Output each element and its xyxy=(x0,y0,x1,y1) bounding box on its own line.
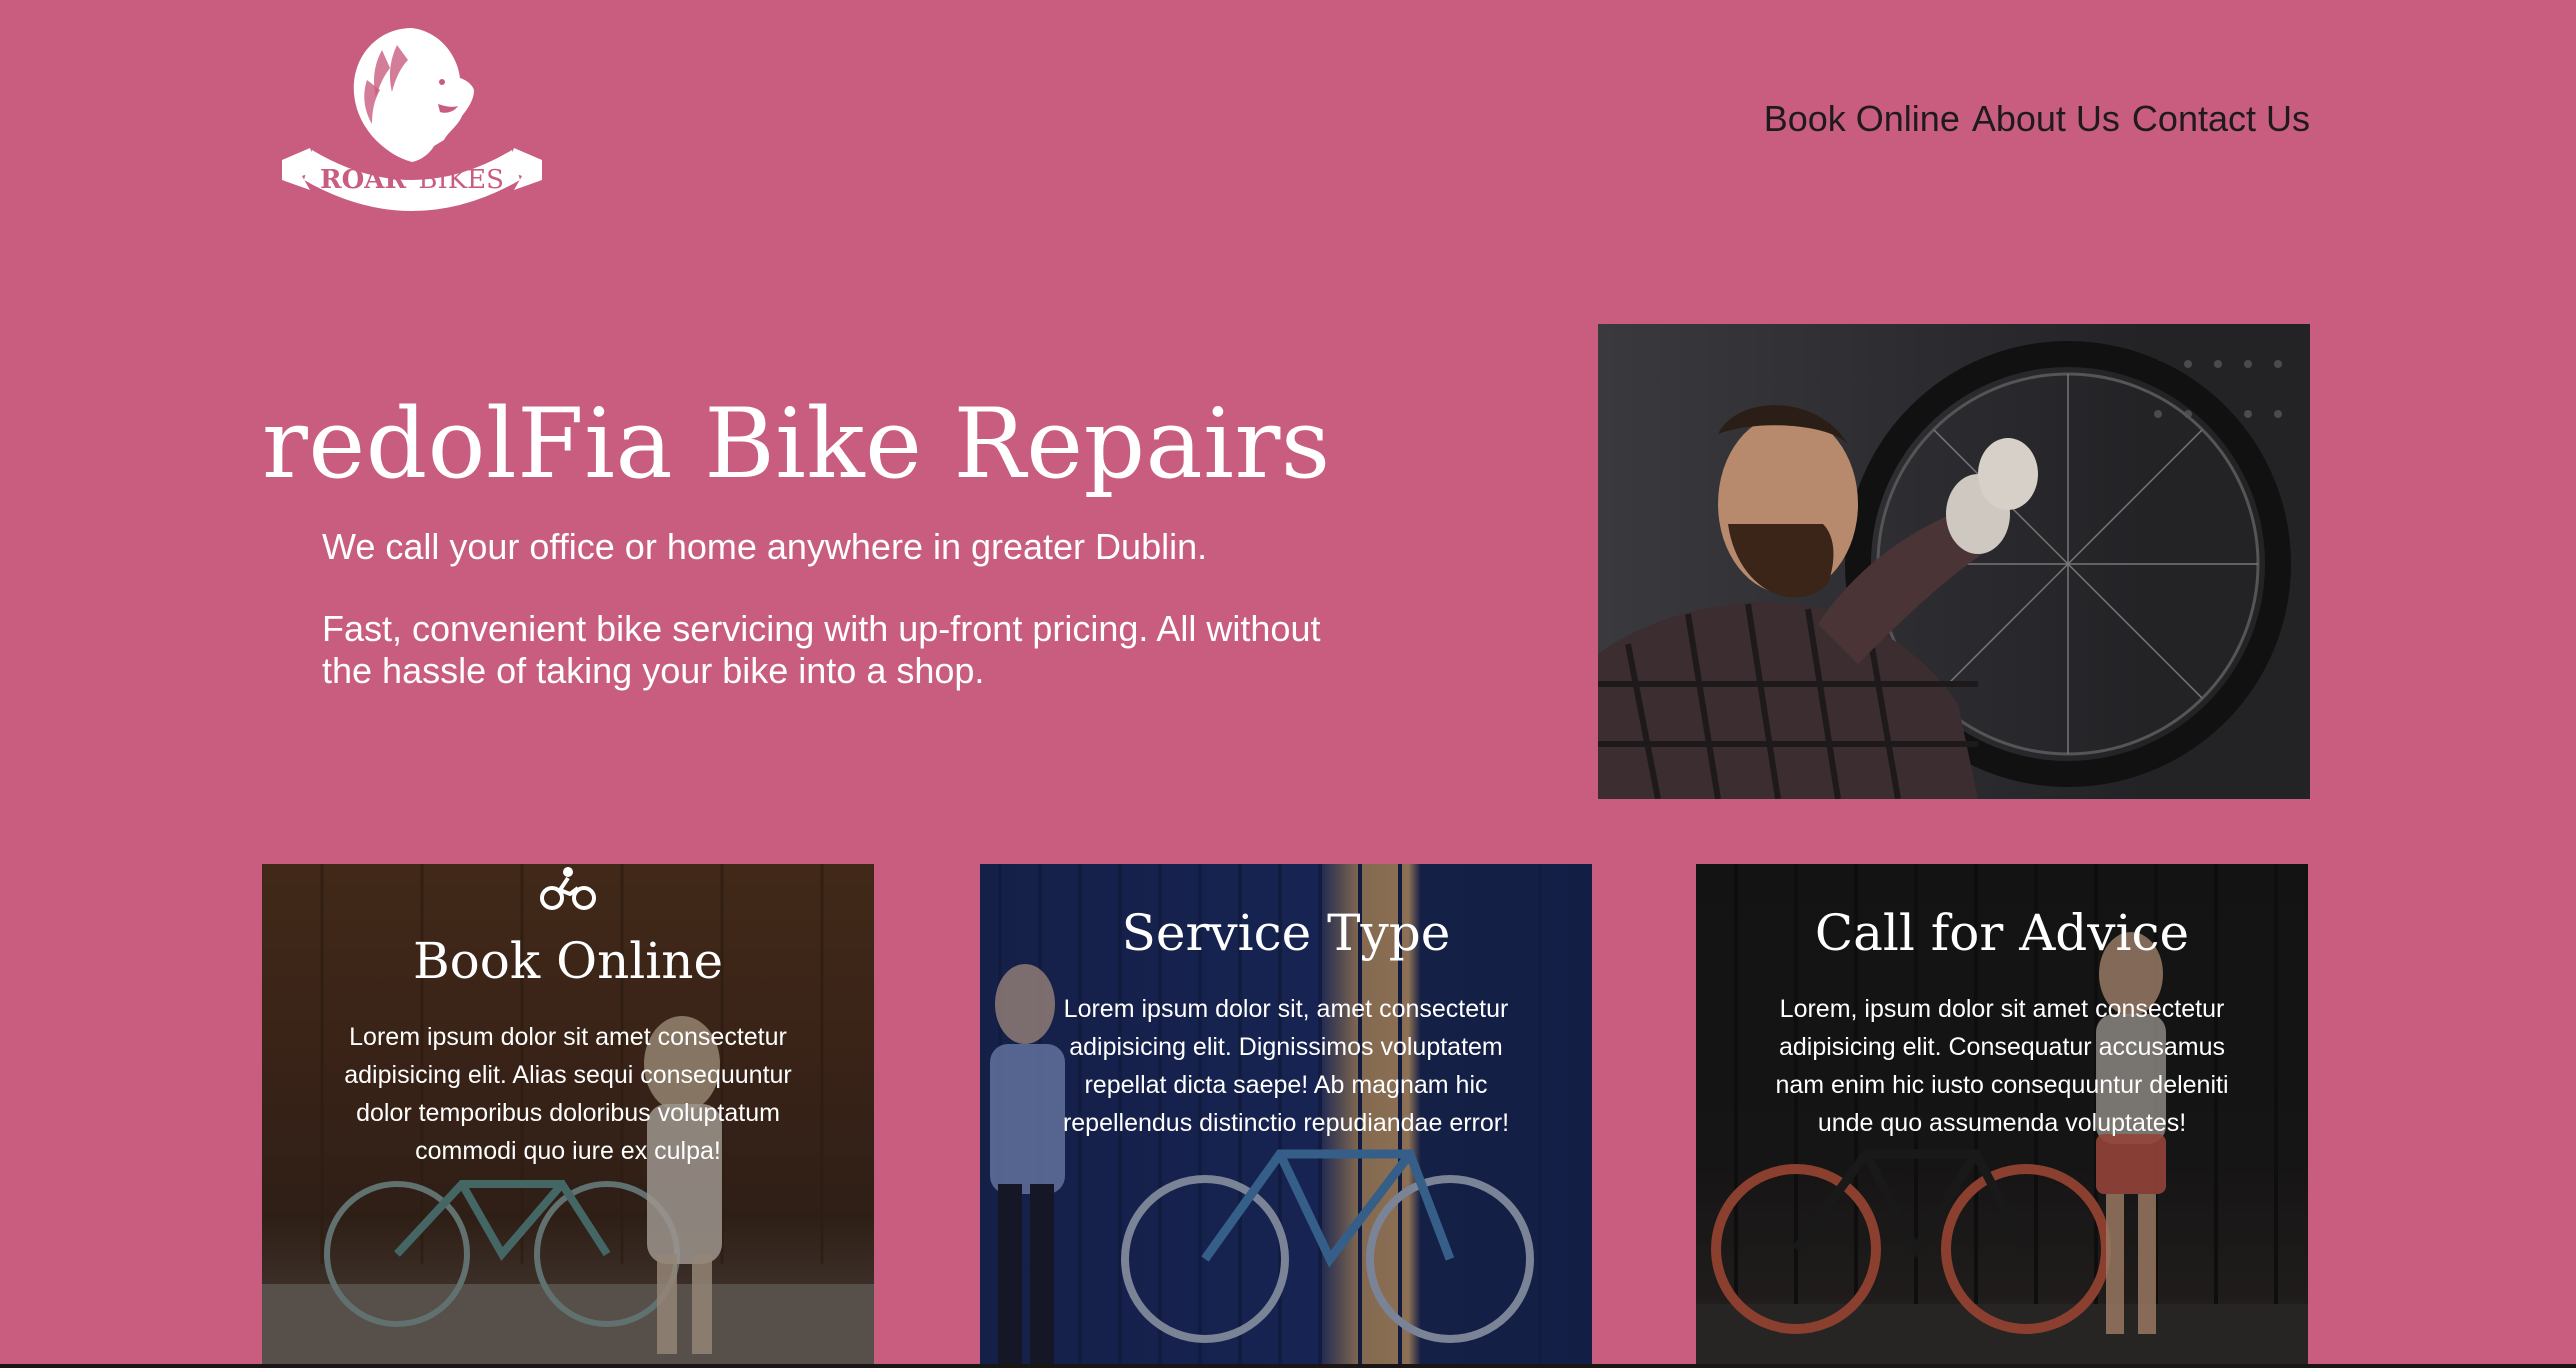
card-title: Service Type xyxy=(1121,904,1451,962)
logo-text-bold: ROAR xyxy=(320,165,406,195)
hero-paragraph-1: We call your office or home anywhere in … xyxy=(322,526,1208,567)
mechanic-photo xyxy=(1598,324,2310,799)
page-title: redolFia Bike Repairs xyxy=(262,388,1331,500)
page: ROAR BIKES Book Online About Us Contact … xyxy=(0,0,2576,1368)
hero-paragraph-2: Fast, convenient bike servicing with up-… xyxy=(322,608,1321,691)
logo-text-light: BIKES xyxy=(418,165,504,195)
card-title: Book Online xyxy=(412,932,724,990)
card-description: Lorem ipsum dolor sit amet consectetur a… xyxy=(344,1023,792,1165)
card-content: Service Type Lorem ipsum dolor sit, amet… xyxy=(980,904,1592,1142)
nav-contact-us[interactable]: Contact Us xyxy=(2132,98,2310,140)
hero-description: We call your office or home anywhere in … xyxy=(322,526,1362,692)
card-description: Lorem ipsum dolor sit, amet consectetur … xyxy=(1062,995,1510,1137)
card-service-type[interactable]: Service Type Lorem ipsum dolor sit, amet… xyxy=(980,864,1592,1368)
card-content: Call for Advice Lorem, ipsum dolor sit a… xyxy=(1696,904,2308,1142)
roar-bikes-logo[interactable]: ROAR BIKES xyxy=(262,20,562,220)
card-book-online[interactable]: Book Online Lorem ipsum dolor sit amet c… xyxy=(262,864,874,1368)
svg-text:ROAR BIKES: ROAR BIKES xyxy=(320,165,504,195)
card-title: Call for Advice xyxy=(1814,904,2190,962)
card-description: Lorem, ipsum dolor sit amet consectetur … xyxy=(1775,995,2229,1137)
card-content: Book Online Lorem ipsum dolor sit amet c… xyxy=(262,864,874,1170)
card-call-for-advice[interactable]: Call for Advice Lorem, ipsum dolor sit a… xyxy=(1696,864,2308,1368)
bottom-divider xyxy=(0,1364,2576,1368)
nav-book-online[interactable]: Book Online xyxy=(1764,98,1960,140)
nav-about-us[interactable]: About Us xyxy=(1972,98,2120,140)
bicycle-rider-icon xyxy=(540,867,596,910)
lion-logo-icon: ROAR BIKES xyxy=(282,28,542,211)
main-nav: Book Online About Us Contact Us xyxy=(1764,98,2310,140)
